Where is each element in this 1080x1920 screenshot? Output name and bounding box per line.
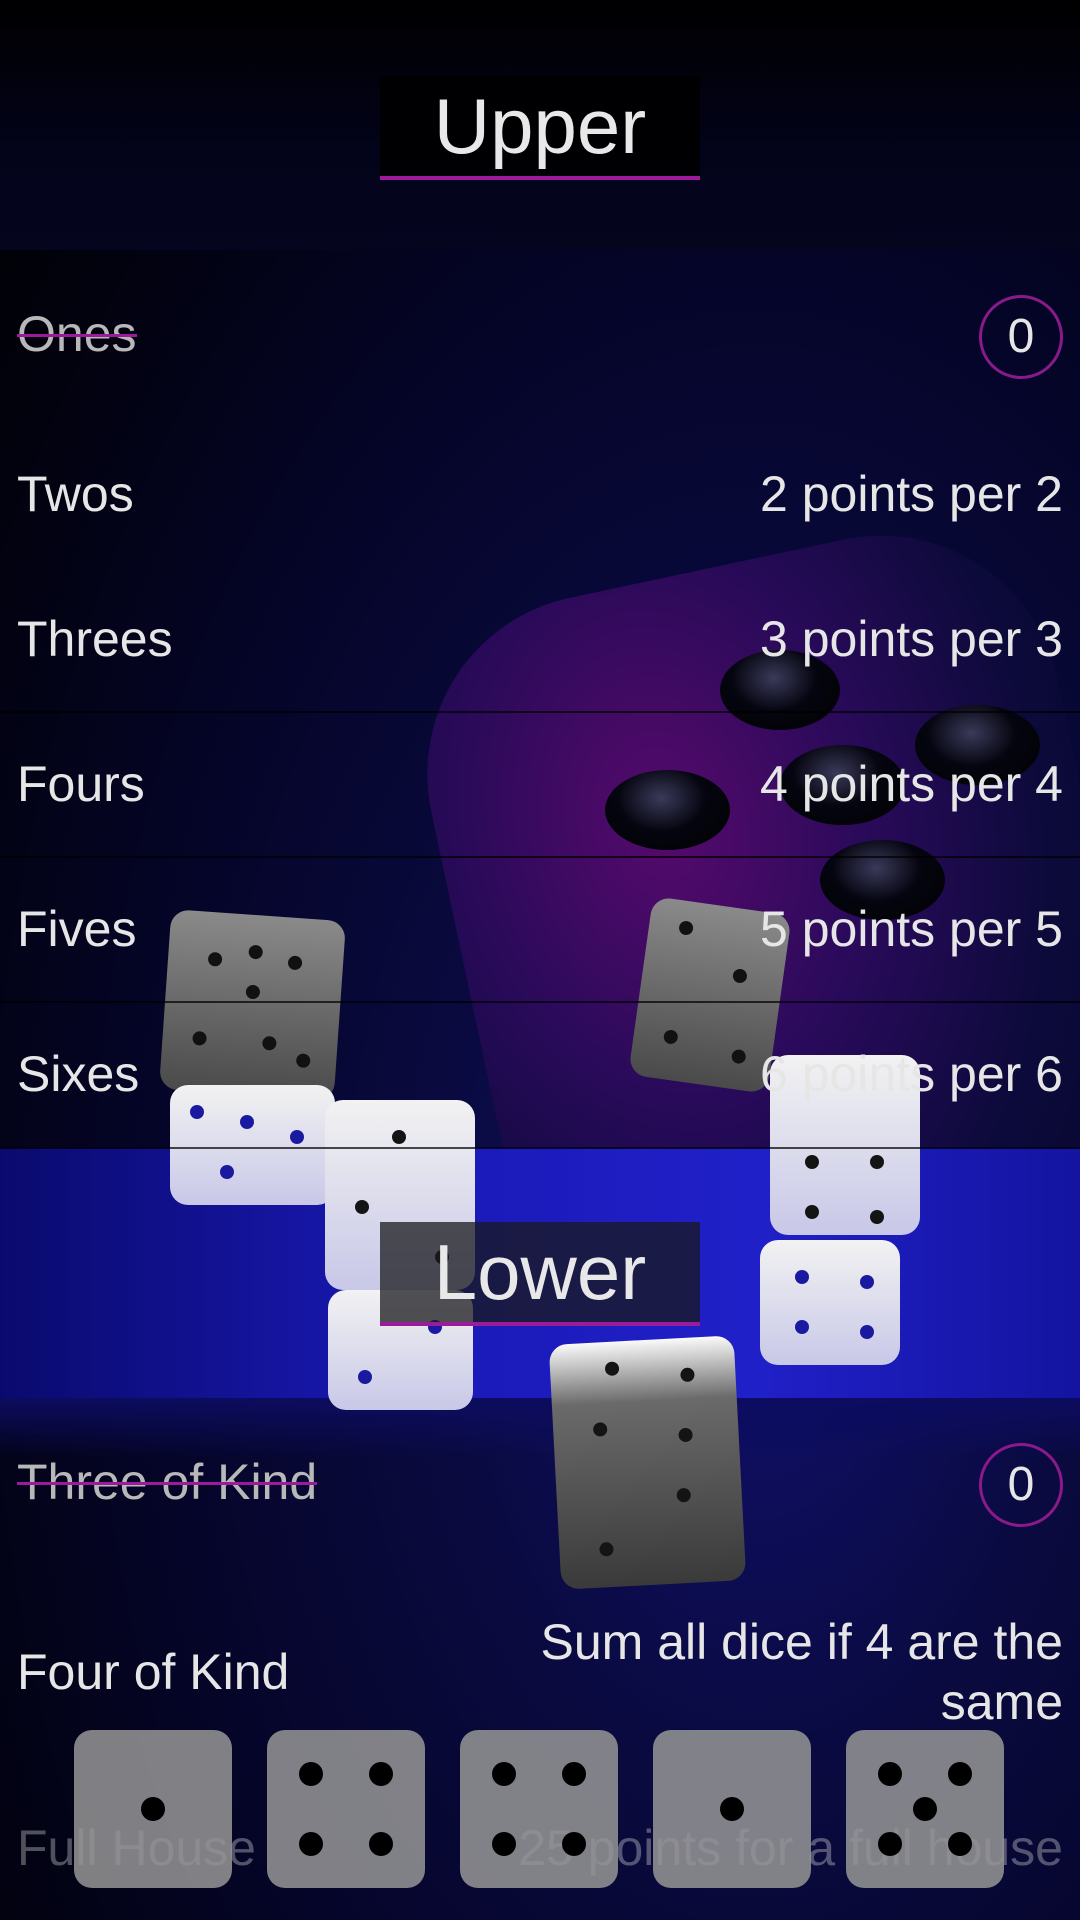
die-pip bbox=[720, 1797, 744, 1821]
fives-description: 5 points per 5 bbox=[760, 901, 1063, 957]
score-row-twos[interactable]: Twos 2 points per 2 bbox=[0, 422, 1080, 566]
sixes-label: Sixes bbox=[17, 1046, 140, 1102]
die-pip bbox=[299, 1832, 323, 1856]
row-divider bbox=[0, 1147, 1080, 1149]
fives-label: Fives bbox=[17, 901, 137, 957]
die-pip bbox=[562, 1832, 586, 1856]
lower-title-text: Lower bbox=[433, 1228, 647, 1316]
dice-tray bbox=[0, 1712, 1080, 1920]
strikethrough-line bbox=[17, 1482, 317, 1485]
score-row-fours[interactable]: Fours 4 points per 4 bbox=[0, 712, 1080, 856]
twos-description: 2 points per 2 bbox=[760, 466, 1063, 522]
die-2-button[interactable] bbox=[267, 1730, 425, 1888]
score-row-fives[interactable]: Fives 5 points per 5 bbox=[0, 857, 1080, 1001]
score-row-threes[interactable]: Threes 3 points per 3 bbox=[0, 567, 1080, 711]
die-pip bbox=[492, 1762, 516, 1786]
die-4-button[interactable] bbox=[653, 1730, 811, 1888]
row-label: Ones bbox=[17, 262, 137, 406]
lower-section-title: Lower bbox=[380, 1222, 700, 1326]
die-pip bbox=[878, 1762, 902, 1786]
die-pip bbox=[562, 1762, 586, 1786]
die-pip bbox=[369, 1832, 393, 1856]
score-row-three-of-kind[interactable]: Three of Kind 0 bbox=[0, 1410, 1080, 1554]
die-pip bbox=[369, 1762, 393, 1786]
die-pip bbox=[878, 1832, 902, 1856]
score-row-sixes[interactable]: Sixes 6 points per 6 bbox=[0, 1002, 1080, 1146]
fours-description: 4 points per 4 bbox=[760, 756, 1063, 812]
threes-label: Threes bbox=[17, 611, 173, 667]
score-badge: 0 bbox=[979, 1443, 1063, 1527]
score-badge: 0 bbox=[979, 295, 1063, 379]
die-pip bbox=[299, 1762, 323, 1786]
title-underline bbox=[380, 176, 700, 180]
die-pip bbox=[141, 1797, 165, 1821]
upper-title-text: Upper bbox=[433, 82, 647, 170]
twos-label: Twos bbox=[17, 466, 134, 522]
upper-section-title: Upper bbox=[380, 76, 700, 180]
fours-label: Fours bbox=[17, 756, 145, 812]
small-die-reflection bbox=[760, 1240, 900, 1365]
score-row-ones[interactable]: Ones 0 bbox=[0, 262, 1080, 406]
die-pip bbox=[492, 1832, 516, 1856]
die-3-button[interactable] bbox=[460, 1730, 618, 1888]
die-pip bbox=[948, 1832, 972, 1856]
die-pip bbox=[948, 1762, 972, 1786]
die-pip bbox=[913, 1797, 937, 1821]
row-label: Three of Kind bbox=[17, 1410, 317, 1554]
sixes-description: 6 points per 6 bbox=[760, 1046, 1063, 1102]
threes-description: 3 points per 3 bbox=[760, 611, 1063, 667]
title-underline bbox=[380, 1322, 700, 1326]
die-1-button[interactable] bbox=[74, 1730, 232, 1888]
strikethrough-line bbox=[17, 334, 137, 337]
die-5-button[interactable] bbox=[846, 1730, 1004, 1888]
